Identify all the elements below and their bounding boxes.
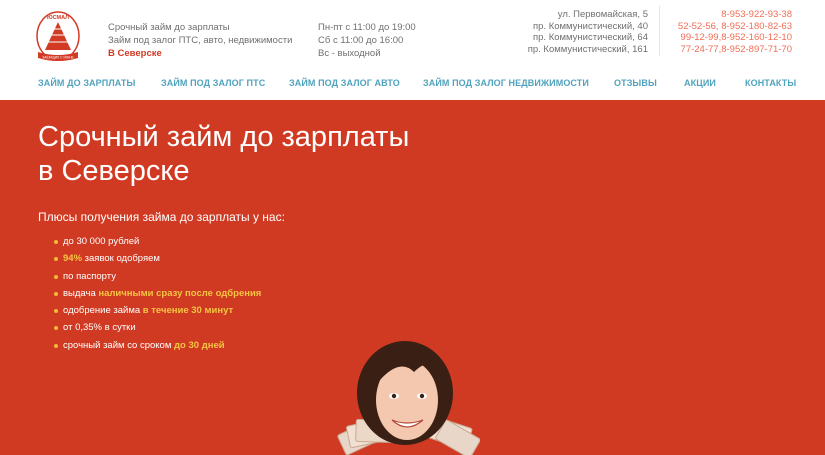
hero-title-line-1: Срочный займ до зарплаты xyxy=(38,121,410,153)
benefit-text: по паспорту xyxy=(63,270,116,282)
address-item: ул. Первомайская, 5 xyxy=(557,9,648,20)
company-logo[interactable]: ЮСМАЛ ЗАЁМЩИК С ИЖНЕ xyxy=(34,6,82,68)
benefit-highlight: наличными сразу после одбрения xyxy=(98,287,262,299)
hero-title: Срочный займ до зарплаты в Северске xyxy=(38,120,409,188)
benefits-list: до 30 000 рублей 94% заявок одобряем по … xyxy=(54,236,261,357)
address-item: пр. Коммунистический, 64 xyxy=(532,32,648,43)
header-divider xyxy=(659,6,660,56)
bullet-icon xyxy=(54,291,58,296)
phone-numbers: 8-953-922-93-38 52-52-56, 8-952-180-82-6… xyxy=(672,9,792,55)
hours-weekdays: Пн-пт с 11:00 до 19:00 xyxy=(318,22,416,33)
logo-ribbon-text: ЗАЁМЩИК С ИЖНЕ xyxy=(42,56,74,60)
nav-link-real-estate-loan[interactable]: ЗАЙМ ПОД ЗАЛОГ НЕДВИЖИМОСТИ xyxy=(423,78,589,88)
bullet-icon xyxy=(54,343,58,348)
benefit-highlight: 94% xyxy=(63,253,83,265)
smiling-woman-with-money-image xyxy=(330,338,481,455)
hours-sunday: Вс - выходной xyxy=(318,48,381,59)
nav-link-pts-loan[interactable]: ЗАЙМ ПОД ЗАЛОГ ПТС xyxy=(161,78,265,88)
phone-link[interactable]: 77-24-77,8-952-897-71-70 xyxy=(672,44,792,56)
benefit-item: 94% заявок одобряем xyxy=(54,253,261,270)
tagline-line-1: Срочный займ до зарплаты xyxy=(108,22,230,33)
benefit-text: от 0,35% в сутки xyxy=(63,322,136,334)
benefit-item: по паспорту xyxy=(54,271,261,288)
benefit-text: до 30 000 рублей xyxy=(63,236,140,247)
benefit-highlight: в течение 30 минут xyxy=(142,305,234,317)
phone-link[interactable]: 99-12-99,8-952-160-12-10 xyxy=(672,32,792,44)
site-header: ЮСМАЛ ЗАЁМЩИК С ИЖНЕ Срочный займ до зар… xyxy=(0,0,825,100)
logo-emblem-icon: ЮСМАЛ ЗАЁМЩИК С ИЖНЕ xyxy=(36,11,80,61)
nav-link-reviews[interactable]: ОТЗЫВЫ xyxy=(614,78,657,88)
benefit-item: одобрение займа в течение 30 минут xyxy=(54,305,261,322)
address-item: пр. Коммунистический, 40 xyxy=(532,20,648,32)
benefits-heading: Плюсы получения займа до зарплаты у нас: xyxy=(38,210,285,224)
header-tagline: Срочный займ до зарплаты Займ под залог … xyxy=(108,21,292,60)
main-nav: ЗАЙМ ДО ЗАРПЛАТЫ ЗАЙМ ПОД ЗАЛОГ ПТС ЗАЙМ… xyxy=(0,78,825,92)
phone-link[interactable]: 8-953-922-93-38 xyxy=(672,9,792,21)
logo-top-text: ЮСМАЛ xyxy=(47,15,69,21)
office-addresses: ул. Первомайская, 5 пр. Коммунистический… xyxy=(528,9,648,55)
benefit-text: выдача xyxy=(63,287,99,299)
nav-link-payday-loan[interactable]: ЗАЙМ ДО ЗАРПЛАТЫ xyxy=(38,78,135,88)
benefit-item: до 30 000 рублей xyxy=(54,236,261,253)
bullet-icon xyxy=(54,240,58,244)
phone-link[interactable]: 52-52-56, 8-952-180-82-63 xyxy=(672,21,792,33)
benefit-item: от 0,35% в сутки xyxy=(54,322,261,339)
benefit-highlight: до 30 дней xyxy=(174,339,225,351)
nav-link-contacts[interactable]: КОНТАКТЫ xyxy=(745,78,796,88)
benefit-item: выдача наличными сразу после одбрения xyxy=(54,288,261,305)
bullet-icon xyxy=(54,274,58,279)
benefit-text: заявок одобряем xyxy=(82,253,160,265)
address-item: пр. Коммунистический, 161 xyxy=(527,43,648,55)
tagline-line-2: Займ под залог ПТС, авто, недвижимости xyxy=(108,35,293,46)
nav-link-auto-loan[interactable]: ЗАЙМ ПОД ЗАЛОГ АВТО xyxy=(289,78,400,88)
nav-link-promotions[interactable]: АКЦИИ xyxy=(684,78,716,88)
benefit-text: одобрение займа xyxy=(63,305,143,317)
bullet-icon xyxy=(54,326,58,331)
bullet-icon xyxy=(54,257,58,262)
bullet-icon xyxy=(54,309,58,314)
tagline-location: В Северске xyxy=(108,48,162,59)
benefit-text: срочный займ со сроком xyxy=(63,339,175,351)
benefit-item: срочный займ со сроком до 30 дней xyxy=(54,340,261,357)
hero-title-line-2: в Северске xyxy=(38,155,190,187)
hours-saturday: Сб с 11:00 до 16:00 xyxy=(318,35,404,46)
hero-banner: Срочный займ до зарплаты в Северске Плюс… xyxy=(0,100,825,455)
working-hours: Пн-пт с 11:00 до 19:00 Сб с 11:00 до 16:… xyxy=(318,21,416,60)
